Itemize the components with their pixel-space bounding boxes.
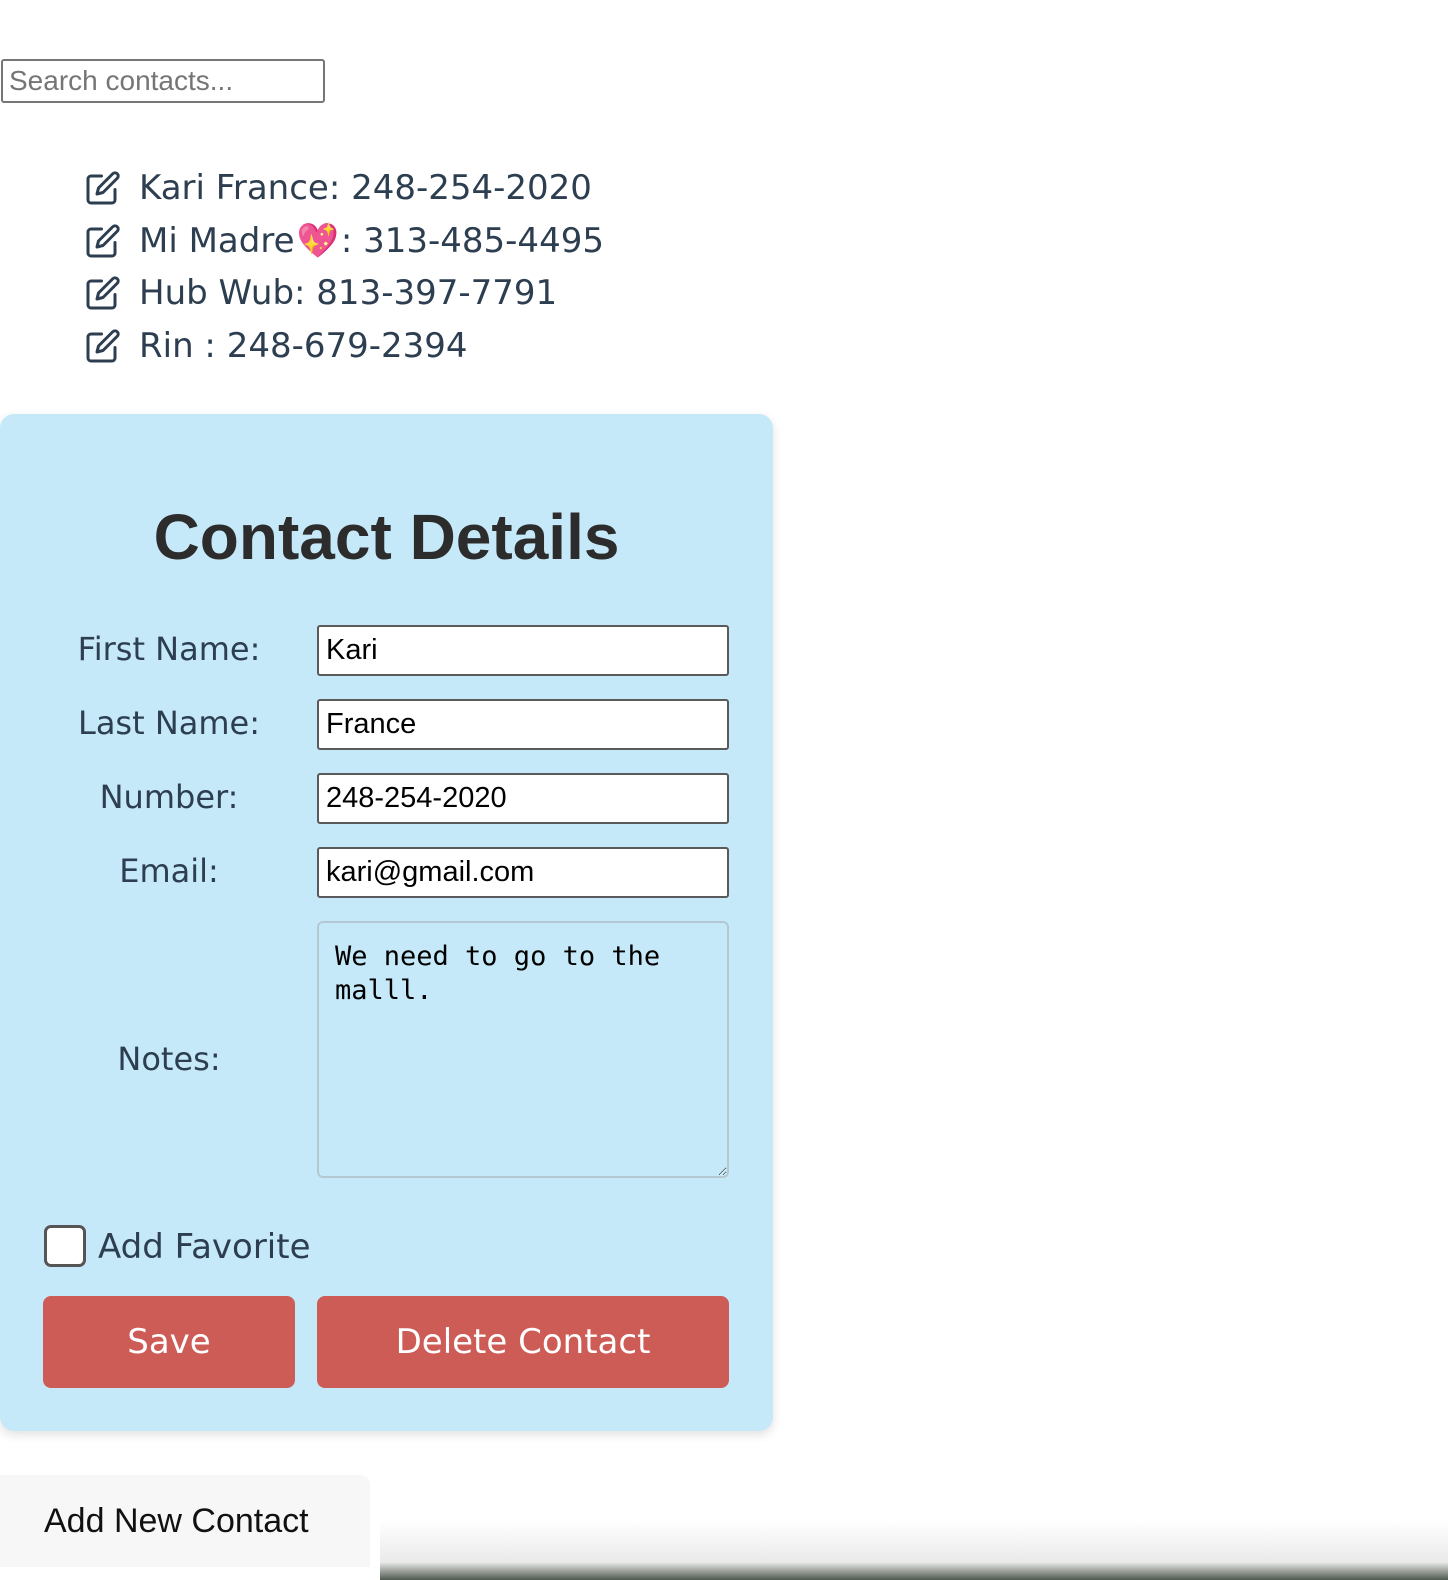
contact-number: : 313-485-4495 (340, 220, 604, 261)
app-root: Kari France: 248-254-2020 Mi Madre 💖 : 3… (0, 0, 1448, 1580)
search-input[interactable] (1, 59, 325, 103)
number-field[interactable] (317, 773, 729, 824)
bottom-shade (380, 1520, 1448, 1580)
favorite-label[interactable]: Add Favorite (98, 1227, 311, 1267)
contact-label: Mi Madre (139, 220, 295, 261)
contact-label: Rin : 248-679-2394 (139, 326, 468, 367)
last-name-label: Last Name: (77, 704, 260, 742)
last-name-field[interactable] (317, 699, 729, 750)
first-name-field[interactable] (317, 625, 729, 676)
first-name-label: First Name: (77, 630, 261, 668)
delete-contact-button[interactable]: Delete Contact (317, 1296, 729, 1388)
contact-item[interactable]: Mi Madre 💖 : 313-485-4495 (85, 215, 604, 268)
edit-icon[interactable] (85, 328, 121, 364)
edit-icon[interactable] (85, 275, 121, 311)
contact-label: Kari France: 248-254-2020 (139, 168, 592, 209)
contact-item[interactable]: Hub Wub: 813-397-7791 (85, 267, 604, 320)
number-label: Number: (99, 778, 239, 816)
save-button[interactable]: Save (43, 1296, 295, 1388)
favorite-checkbox[interactable] (44, 1225, 86, 1267)
contact-item[interactable]: Kari France: 248-254-2020 (85, 162, 604, 215)
panel-title: Contact Details (153, 501, 620, 573)
contact-list: Kari France: 248-254-2020 Mi Madre 💖 : 3… (85, 162, 604, 372)
email-field[interactable] (317, 847, 729, 898)
email-label: Email: (119, 852, 219, 890)
contact-label: Hub Wub: 813-397-7791 (139, 273, 558, 314)
notes-label: Notes: (117, 1040, 221, 1078)
notes-textarea[interactable]: We need to go to the malll. (317, 921, 729, 1178)
edit-icon[interactable] (85, 170, 121, 206)
heart-emoji-icon: 💖 (296, 220, 339, 261)
contact-item[interactable]: Rin : 248-679-2394 (85, 320, 604, 373)
edit-icon[interactable] (85, 223, 121, 259)
add-new-contact-button[interactable]: Add New Contact (0, 1475, 370, 1567)
